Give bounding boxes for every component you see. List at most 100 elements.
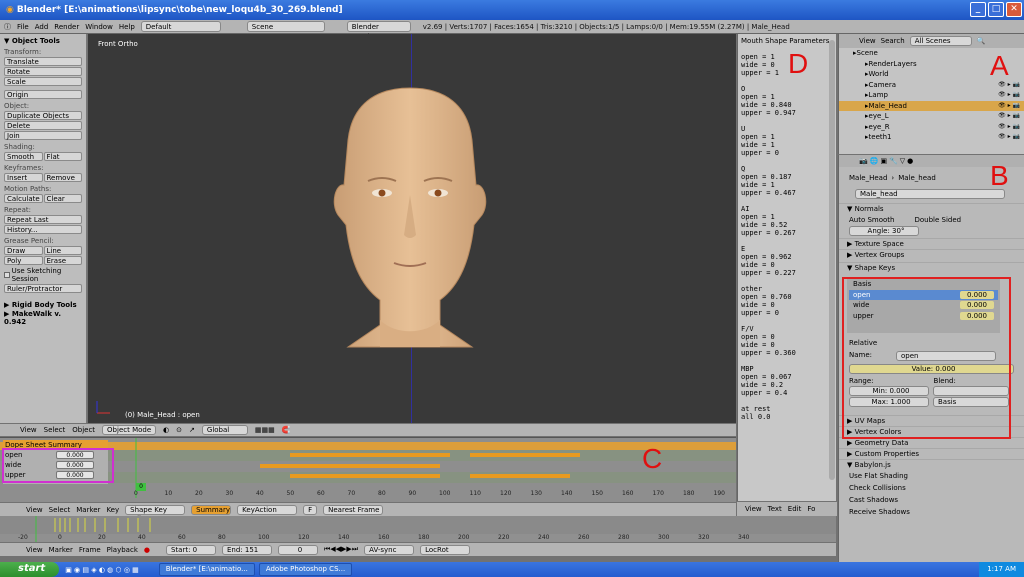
screen-layout-select[interactable]: Default — [140, 21, 221, 32]
remove-key-button[interactable]: Remove — [43, 173, 82, 182]
mesh-name-field[interactable]: Male_head — [855, 189, 1005, 199]
sync-select[interactable]: AV-sync — [364, 544, 415, 555]
clear-button[interactable]: Clear — [43, 194, 82, 203]
dope-mode-select[interactable]: Shape Key Edito — [125, 504, 186, 523]
calculate-button[interactable]: Calculate — [4, 194, 43, 203]
current-frame-field[interactable]: 0 — [277, 544, 318, 555]
custom-properties-header[interactable]: ▶ Custom Properties — [839, 448, 1024, 459]
render-engine-select[interactable]: Blender Render — [346, 21, 411, 41]
mode-select[interactable]: Object Mode — [102, 425, 157, 435]
shading-icon[interactable]: ◐ — [163, 426, 169, 434]
record-icon[interactable]: ● — [144, 546, 150, 554]
draw-button[interactable]: Draw — [4, 246, 43, 255]
start-button[interactable]: start — [0, 562, 60, 577]
visibility-icon[interactable]: 👁 ▸ 📷 — [998, 122, 1020, 133]
task-photoshop[interactable]: Adobe Photoshop CS... — [258, 563, 353, 576]
join-button[interactable]: Join — [4, 131, 82, 140]
auto-smooth-checkbox[interactable]: Auto Smooth — [849, 216, 895, 224]
text-editor[interactable]: Mouth Shape Parameters open = 1 wide = 0… — [737, 34, 836, 501]
task-blender[interactable]: Blender* [E:\animatio... — [158, 563, 255, 576]
current-frame-marker[interactable]: 0 — [136, 483, 146, 491]
maximize-button[interactable]: □ — [988, 2, 1004, 17]
texture-space-header[interactable]: ▶ Texture Space — [839, 238, 1024, 249]
babylon-header[interactable]: ▼ Babylon.js — [839, 459, 1024, 470]
menu-help[interactable]: Help — [119, 23, 135, 31]
erase-button[interactable]: Erase — [43, 256, 82, 265]
info-editor-icon[interactable]: ⓘ — [4, 22, 11, 32]
rotate-button[interactable]: Rotate — [4, 67, 82, 76]
visibility-icon[interactable]: 👁 ▸ 📷 — [998, 111, 1020, 122]
text-scrollbar[interactable] — [829, 40, 835, 480]
outliner-item[interactable]: ▸ eye_L 👁 ▸ 📷 — [839, 111, 1024, 122]
end-frame-field[interactable]: End: 151 — [221, 544, 272, 555]
dope-marker-menu[interactable]: Marker — [76, 506, 100, 514]
viewport-view-menu[interactable]: View — [20, 426, 37, 434]
dope-select-menu[interactable]: Select — [49, 506, 71, 514]
timeline-marker-menu[interactable]: Marker — [49, 546, 73, 554]
outliner-view-menu[interactable]: View — [859, 37, 876, 45]
rigid-body-tools-header[interactable]: ▶ Rigid Body Tools — [4, 301, 82, 309]
smooth-button[interactable]: Smooth — [4, 152, 43, 161]
line-button[interactable]: Line — [43, 246, 82, 255]
babylon-option-checkbox[interactable]: Use Flat Shading — [849, 470, 1024, 482]
modifier-tab-icon[interactable]: 🔧 — [889, 157, 898, 165]
scale-button[interactable]: Scale — [4, 77, 82, 86]
repeat-last-button[interactable]: Repeat Last — [4, 215, 82, 224]
render-tab-icon[interactable]: 📷 — [859, 157, 868, 165]
layers-icon[interactable]: ▦▦▦ — [255, 426, 275, 434]
breadcrumb-object[interactable]: Male_Head — [849, 174, 887, 182]
menu-file[interactable]: File — [17, 23, 29, 31]
summary-toggle[interactable]: Summary — [191, 504, 232, 515]
start-frame-field[interactable]: Start: 0 — [165, 544, 216, 555]
history-button[interactable]: History... — [4, 225, 82, 234]
dope-view-menu[interactable]: View — [26, 506, 43, 514]
visibility-icon[interactable]: 👁 ▸ 📷 — [998, 90, 1020, 101]
babylon-option-checkbox[interactable]: Cast Shadows — [849, 494, 1024, 506]
orientation-select[interactable]: Global — [201, 425, 248, 435]
data-tab-icon[interactable]: ▽ — [900, 157, 905, 165]
object-tools-header[interactable]: ▼ Object Tools — [4, 37, 82, 45]
translate-button[interactable]: Translate — [4, 57, 82, 66]
close-button[interactable]: ✕ — [1006, 2, 1022, 17]
snap-icon[interactable]: 🧲 — [282, 426, 291, 434]
manipulator-icon[interactable]: ↗ — [189, 426, 195, 434]
origin-button[interactable]: Origin — [4, 90, 82, 99]
text-format-menu[interactable]: Fo — [807, 505, 815, 513]
insert-key-button[interactable]: Insert — [4, 173, 43, 182]
minimize-button[interactable]: _ — [970, 2, 986, 17]
outliner-item[interactable]: ▸ Male_Head 👁 ▸ 📷 — [839, 100, 1024, 112]
sketch-checkbox[interactable] — [4, 272, 10, 278]
delete-button[interactable]: Delete — [4, 121, 82, 130]
outliner-search-menu[interactable]: Search — [881, 37, 905, 45]
angle-field[interactable]: Angle: 30° — [849, 226, 919, 236]
text-view-menu[interactable]: View — [745, 505, 762, 513]
timeline-playback-menu[interactable]: Playback — [107, 546, 138, 554]
dope-key-menu[interactable]: Key — [106, 506, 119, 514]
menu-add[interactable]: Add — [35, 23, 49, 31]
scene-select[interactable]: Scene — [246, 21, 325, 32]
duplicate-objects-button[interactable]: Duplicate Objects — [4, 111, 82, 120]
material-tab-icon[interactable]: ● — [907, 157, 913, 165]
shape-keys-header[interactable]: ▼ Shape Keys — [839, 262, 1024, 273]
outliner-item[interactable]: ▸ Lamp 👁 ▸ 📷 — [839, 90, 1024, 101]
flat-button[interactable]: Flat — [43, 152, 82, 161]
snap-select[interactable]: Nearest Frame — [323, 504, 384, 515]
normals-panel-header[interactable]: ▼ Normals — [839, 203, 1024, 214]
timeline-view-menu[interactable]: View — [26, 546, 43, 554]
action-select[interactable]: KeyAction — [237, 504, 298, 515]
babylon-option-checkbox[interactable]: Check Collisions — [849, 482, 1024, 494]
fake-user-button[interactable]: F — [303, 504, 318, 515]
viewport-select-menu[interactable]: Select — [44, 426, 66, 434]
timeline-frame-menu[interactable]: Frame — [79, 546, 101, 554]
outliner-filter-select[interactable]: All Scenes — [909, 36, 972, 46]
breadcrumb-mesh[interactable]: Male_head — [898, 174, 936, 182]
text-content[interactable]: open = 1 wide = 0 upper = 1 O open = 1 w… — [741, 45, 833, 421]
text-text-menu[interactable]: Text — [768, 505, 782, 513]
pivot-icon[interactable]: ⊙ — [176, 426, 182, 434]
playback-controls-icon[interactable]: ⏮◀◀▶▶⏭ — [324, 545, 358, 554]
visibility-icon[interactable]: 👁 ▸ 📷 — [998, 101, 1020, 112]
babylon-option-checkbox[interactable]: Receive Shadows — [849, 506, 1024, 518]
ruler-button[interactable]: Ruler/Protractor — [4, 284, 82, 293]
double-sided-checkbox[interactable]: Double Sided — [915, 216, 962, 224]
viewport-object-menu[interactable]: Object — [72, 426, 95, 434]
